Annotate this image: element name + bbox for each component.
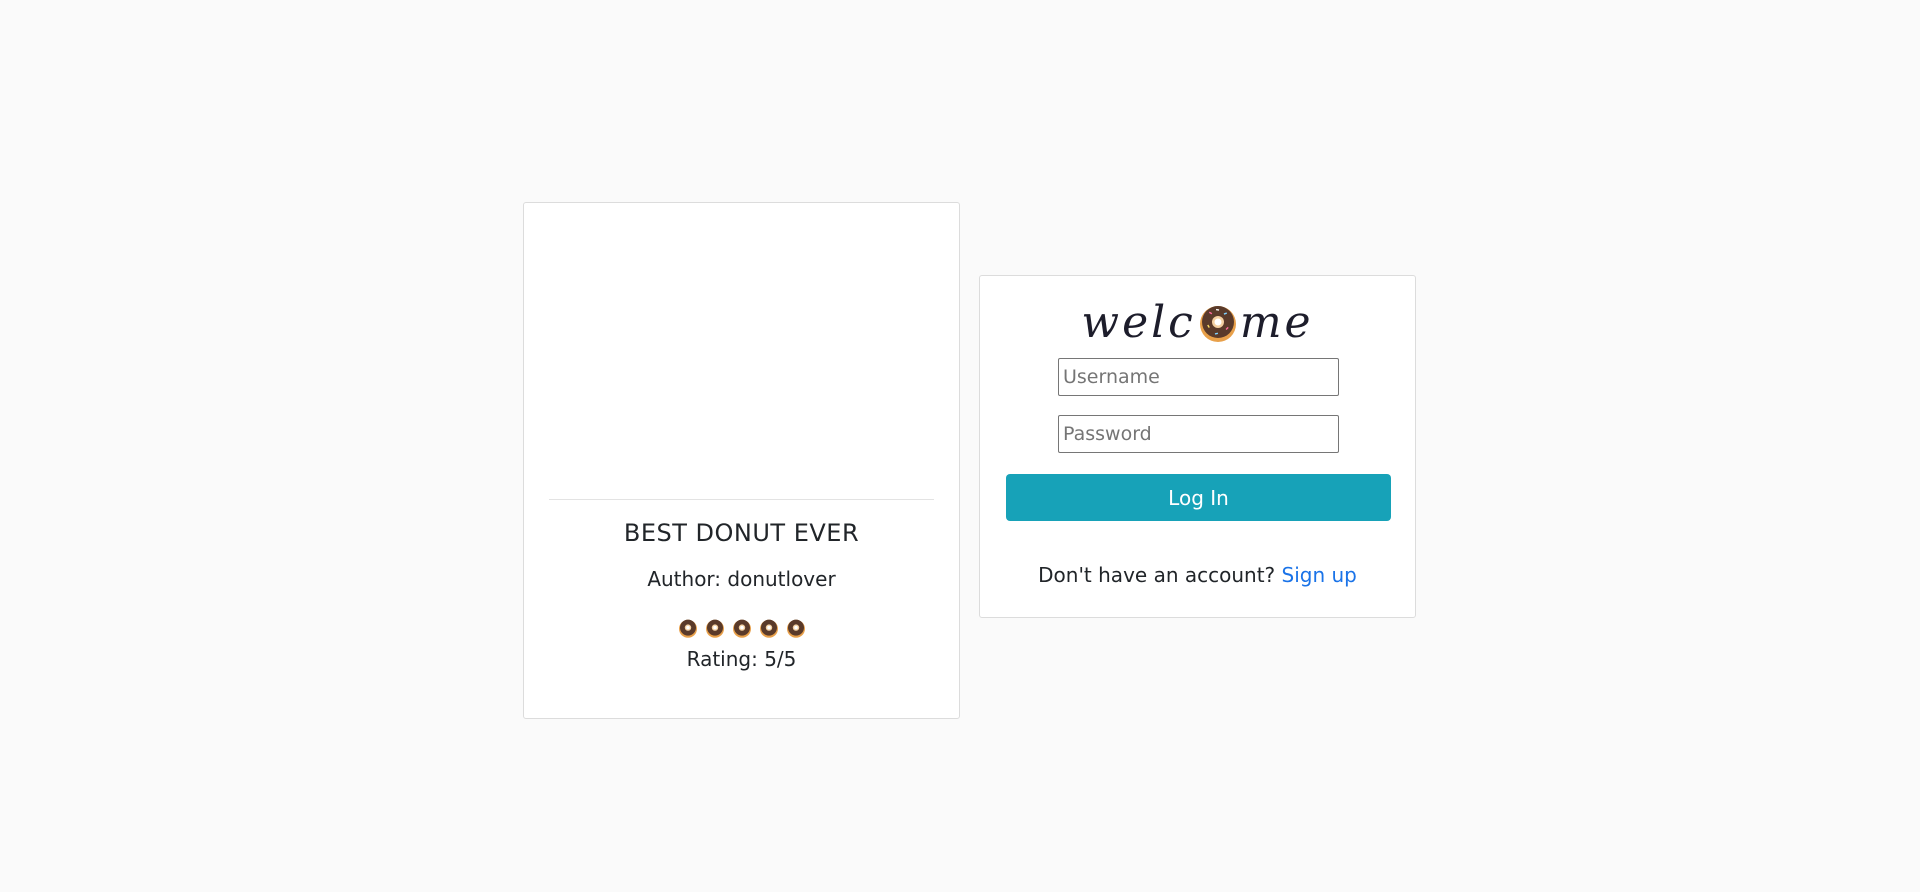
password-input[interactable] [1058, 415, 1339, 453]
donut-icon [1199, 306, 1236, 342]
welcome-prefix: welc [1081, 297, 1196, 348]
donut-icon [678, 619, 697, 638]
signup-row: Don't have an account? Sign up [980, 563, 1415, 587]
donut-icon [786, 619, 805, 638]
post-divider [549, 499, 934, 500]
login-card: welc me Log In Don't have an account? Si… [979, 275, 1416, 618]
page: BEST DONUT EVER Author: donutlover Ratin… [0, 0, 1920, 892]
post-rating: Rating: 5/5 [686, 647, 797, 671]
donut-icon [732, 619, 751, 638]
post-card: BEST DONUT EVER Author: donutlover Ratin… [523, 202, 960, 719]
welcome-suffix: me [1239, 297, 1314, 348]
post-image [549, 228, 934, 499]
login-button[interactable]: Log In [1006, 474, 1391, 521]
donut-icon [705, 619, 724, 638]
signup-link[interactable]: Sign up [1282, 563, 1357, 587]
username-input[interactable] [1058, 358, 1339, 396]
welcome-heading: welc me [980, 298, 1415, 348]
signup-prompt: Don't have an account? [1038, 563, 1282, 587]
rating-icons [524, 618, 959, 638]
post-author: Author: donutlover [647, 567, 836, 591]
donut-icon [759, 619, 778, 638]
post-title: BEST DONUT EVER [623, 519, 860, 547]
